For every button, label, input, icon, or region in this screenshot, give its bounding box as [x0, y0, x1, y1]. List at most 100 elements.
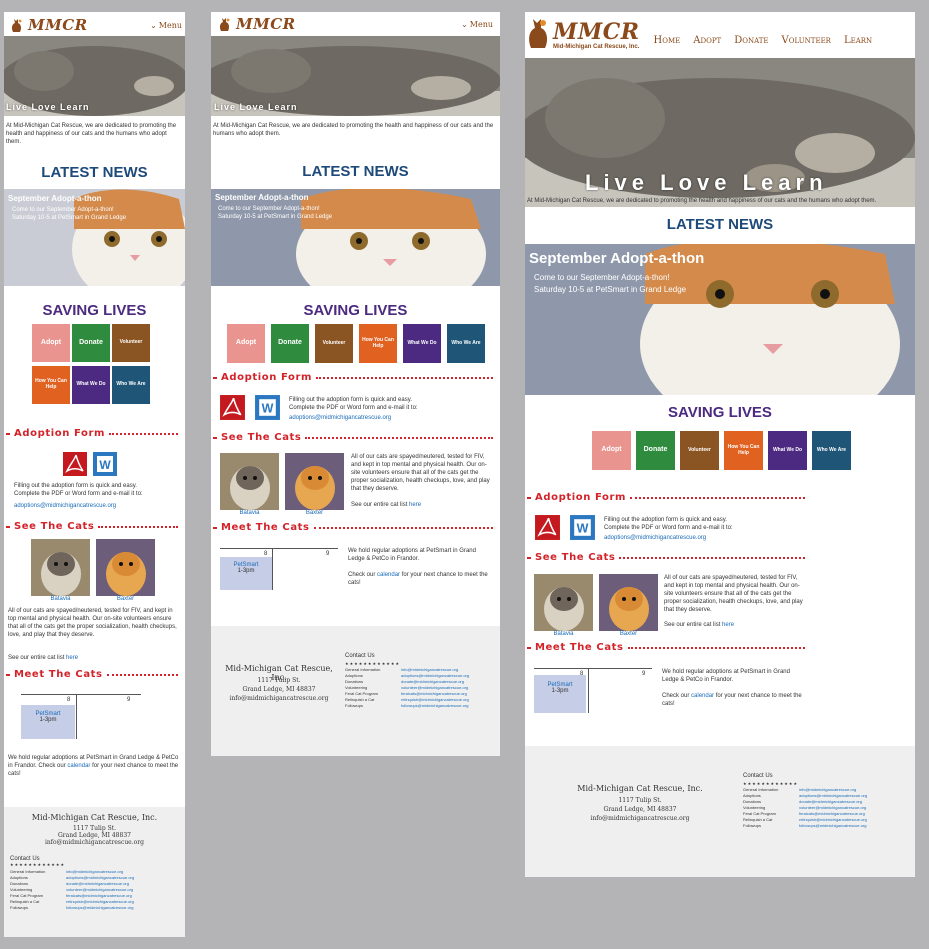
cat-logo-icon — [11, 19, 22, 32]
orange-kitten-photo-icon — [96, 539, 155, 596]
tile-how-you-can-help[interactable]: How You Can Help — [359, 324, 397, 363]
cat-card-batavia[interactable]: Batavia — [534, 574, 593, 637]
word-icon[interactable]: W — [92, 451, 118, 477]
mobile-header: MMCR ⌄ Menu — [10, 15, 182, 35]
latest-news-heading: LATEST NEWS — [41, 164, 148, 181]
calendar-link[interactable]: calendar — [691, 693, 714, 699]
calendar-widget[interactable]: PetSmart 1-3pm 8 9 — [21, 694, 141, 739]
svg-text:W: W — [99, 458, 111, 472]
news-banner[interactable]: September Adopt-a-thon Come to our Septe… — [4, 189, 185, 286]
calendar-widget[interactable]: PetSmart 1-3pm 8 9 — [220, 548, 338, 590]
orange-kitten-photo-icon — [285, 453, 344, 510]
cats-row: Batavia Baxter — [534, 574, 658, 637]
adoption-email-link[interactable]: adoptions@midmichigancatrescue.org — [604, 534, 809, 542]
tablet-header: MMCR ⌄ Menu — [218, 14, 493, 34]
tile-how-you-can-help[interactable]: How You Can Help — [32, 366, 70, 404]
pdf-icon[interactable] — [219, 394, 246, 421]
tabby-kitten-photo-icon — [220, 453, 279, 510]
adoption-email-link[interactable]: adoptions@midmichigancatrescue.org — [14, 502, 179, 510]
hero-image: Live Love Learn — [525, 58, 915, 207]
tile-what-we-do[interactable]: What We Do — [72, 366, 110, 404]
tablet-mockup: MMCR ⌄ Menu Live Love Learn At Mid-Michi… — [211, 12, 500, 756]
calendar-link[interactable]: calendar — [67, 763, 90, 769]
cat-list-line: See our entire cat list here — [8, 655, 79, 661]
logo-text: MMCR — [28, 16, 88, 34]
nav-learn[interactable]: Learn — [844, 35, 872, 46]
tile-how-you-can-help[interactable]: How You Can Help — [724, 431, 763, 470]
calendar-link[interactable]: calendar — [377, 572, 400, 578]
tile-adopt[interactable]: Adopt — [32, 324, 70, 362]
tiles-grid: Adopt Donate Volunteer How You Can Help … — [227, 324, 485, 363]
tile-who-we-are[interactable]: Who We Are — [812, 431, 851, 470]
news-banner[interactable]: September Adopt-a-thon Come to our Septe… — [525, 244, 915, 395]
cat-list-link[interactable]: here — [66, 655, 78, 661]
menu-label: Menu — [158, 20, 182, 30]
adoption-form-heading: Adoption Form — [213, 372, 497, 383]
tiles-grid: Adopt Donate Volunteer How You Can Help … — [32, 324, 150, 404]
chevron-down-icon: ⌄ — [150, 20, 157, 30]
nav-adopt[interactable]: Adopt — [693, 35, 721, 46]
tabby-kitten-photo-icon — [31, 539, 90, 596]
cat-card-batavia[interactable]: Batavia — [220, 453, 279, 516]
tile-donate[interactable]: Donate — [72, 324, 110, 362]
word-icon[interactable]: W — [254, 394, 281, 421]
kitten-photo-icon — [211, 189, 500, 286]
see-cats-heading: See The Cats — [213, 432, 497, 443]
adoption-form-text: Filling out the adoption form is quick a… — [14, 482, 179, 510]
pdf-icon[interactable] — [534, 514, 561, 541]
news-body-line1: Come to our September Adopt-a-thon! — [12, 207, 114, 213]
news-title: September Adopt-a-thon — [8, 194, 102, 203]
main-nav: Home Adopt Donate Volunteer Learn — [654, 35, 873, 46]
tile-volunteer[interactable]: Volunteer — [680, 431, 719, 470]
latest-news-heading: LATEST NEWS — [302, 163, 409, 180]
footer: Mid-Michigan Cat Rescue, Inc. 1117 Tulip… — [211, 626, 500, 756]
mobile-mockup: MMCR ⌄ Menu Live Love Learn At Mid-Michi… — [4, 12, 185, 937]
cats-row: Batavia Baxter — [220, 453, 344, 516]
form-icons: W — [534, 514, 596, 541]
cat-list-link[interactable]: here — [409, 502, 421, 508]
cats-row: Batavia Baxter — [31, 539, 155, 602]
svg-text:W: W — [262, 402, 274, 416]
meet-cats-heading: Meet The Cats — [6, 669, 182, 680]
logo[interactable]: MMCR Mid-Michigan Cat Rescue, Inc. — [527, 14, 640, 50]
menu-button[interactable]: ⌄ Menu — [461, 20, 493, 29]
nav-home[interactable]: Home — [654, 35, 681, 46]
logo-subtitle: Mid-Michigan Cat Rescue, Inc. — [553, 44, 640, 50]
contact-list: Contact Us ★★★★★★★★★★★★ General Informat… — [345, 653, 470, 708]
tile-volunteer[interactable]: Volunteer — [315, 324, 353, 363]
cat-card-baxter[interactable]: Baxter — [285, 453, 344, 516]
tabby-kitten-photo-icon — [534, 574, 593, 631]
news-body-line2: Saturday 10-5 at PetSmart in Grand Ledge — [12, 215, 127, 221]
cat-card-batavia[interactable]: Batavia — [31, 539, 90, 602]
kitten-photo-icon — [4, 189, 185, 286]
logo[interactable]: MMCR — [10, 16, 88, 34]
cat-list-link[interactable]: here — [722, 622, 734, 628]
tile-volunteer[interactable]: Volunteer — [112, 324, 150, 362]
intro-text: At Mid-Michigan Cat Rescue, we are dedic… — [6, 123, 177, 145]
tile-who-we-are[interactable]: Who We Are — [447, 324, 485, 363]
tile-what-we-do[interactable]: What We Do — [403, 324, 441, 363]
logo[interactable]: MMCR — [218, 15, 296, 33]
form-icons: W — [219, 394, 281, 421]
nav-donate[interactable]: Donate — [734, 35, 768, 46]
cat-card-baxter[interactable]: Baxter — [599, 574, 658, 637]
news-banner[interactable]: September Adopt-a-thon Come to our Septe… — [211, 189, 500, 286]
word-icon[interactable]: W — [569, 514, 596, 541]
calendar-widget[interactable]: PetSmart 1-3pm 8 9 — [534, 668, 652, 713]
nav-volunteer[interactable]: Volunteer — [782, 35, 831, 46]
menu-button[interactable]: ⌄ Menu — [150, 21, 182, 30]
cat-card-baxter[interactable]: Baxter — [96, 539, 155, 602]
tile-who-we-are[interactable]: Who We Are — [112, 366, 150, 404]
tile-donate[interactable]: Donate — [271, 324, 309, 363]
desktop-mockup: MMCR Mid-Michigan Cat Rescue, Inc. Home … — [525, 12, 915, 877]
contact-list: Contact Us ★★★★★★★★★★★★ General Informat… — [743, 773, 868, 828]
contact-list: General Information info@midmichigancatre… — [10, 869, 135, 910]
tile-what-we-do[interactable]: What We Do — [768, 431, 807, 470]
hero-tagline: Live Love Learn — [6, 102, 90, 112]
adoption-email-link[interactable]: adoptions@midmichigancatrescue.org — [289, 414, 494, 422]
pdf-icon[interactable] — [62, 451, 88, 477]
tile-adopt[interactable]: Adopt — [592, 431, 631, 470]
meet-cats-text: We hold regular adoptions at PetSmart in… — [8, 755, 179, 778]
tile-adopt[interactable]: Adopt — [227, 324, 265, 363]
tile-donate[interactable]: Donate — [636, 431, 675, 470]
